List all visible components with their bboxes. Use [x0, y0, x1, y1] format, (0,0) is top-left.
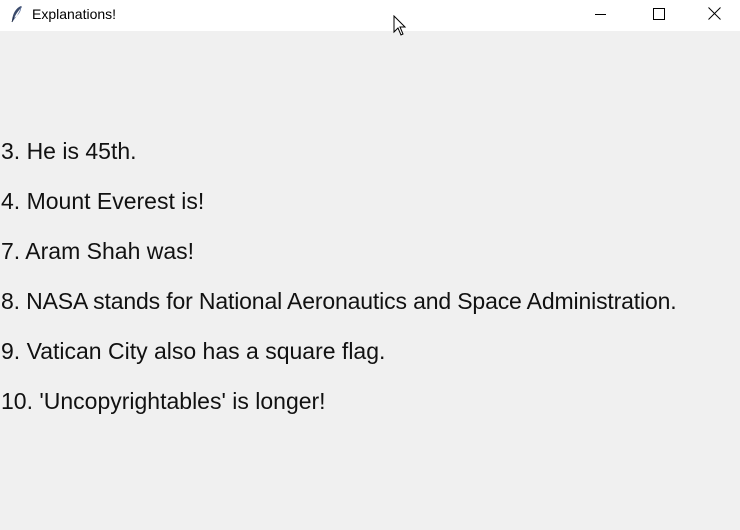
- app-window: Explanations! 3. He is 45th. 4. Mount Ev…: [0, 0, 740, 530]
- explanation-label: 8. NASA stands for National Aeronautics …: [1, 288, 677, 314]
- close-icon: [707, 6, 721, 25]
- window-title: Explanations!: [32, 6, 117, 22]
- explanation-label: 3. He is 45th.: [1, 138, 137, 164]
- explanation-label: 9. Vatican City also has a square flag.: [1, 338, 386, 364]
- maximize-button[interactable]: [630, 0, 688, 31]
- explanations-panel: 3. He is 45th. 4. Mount Everest is! 7. A…: [0, 31, 740, 530]
- feather-icon: [9, 5, 25, 23]
- close-button[interactable]: [688, 0, 740, 31]
- explanation-label: 4. Mount Everest is!: [1, 188, 205, 214]
- minimize-icon: [595, 7, 607, 25]
- title-bar[interactable]: Explanations!: [0, 0, 740, 31]
- explanation-label: 10. 'Uncopyrightables' is longer!: [1, 388, 326, 414]
- minimize-button[interactable]: [572, 0, 630, 31]
- explanation-label: 7. Aram Shah was!: [1, 238, 195, 264]
- maximize-icon: [653, 7, 665, 25]
